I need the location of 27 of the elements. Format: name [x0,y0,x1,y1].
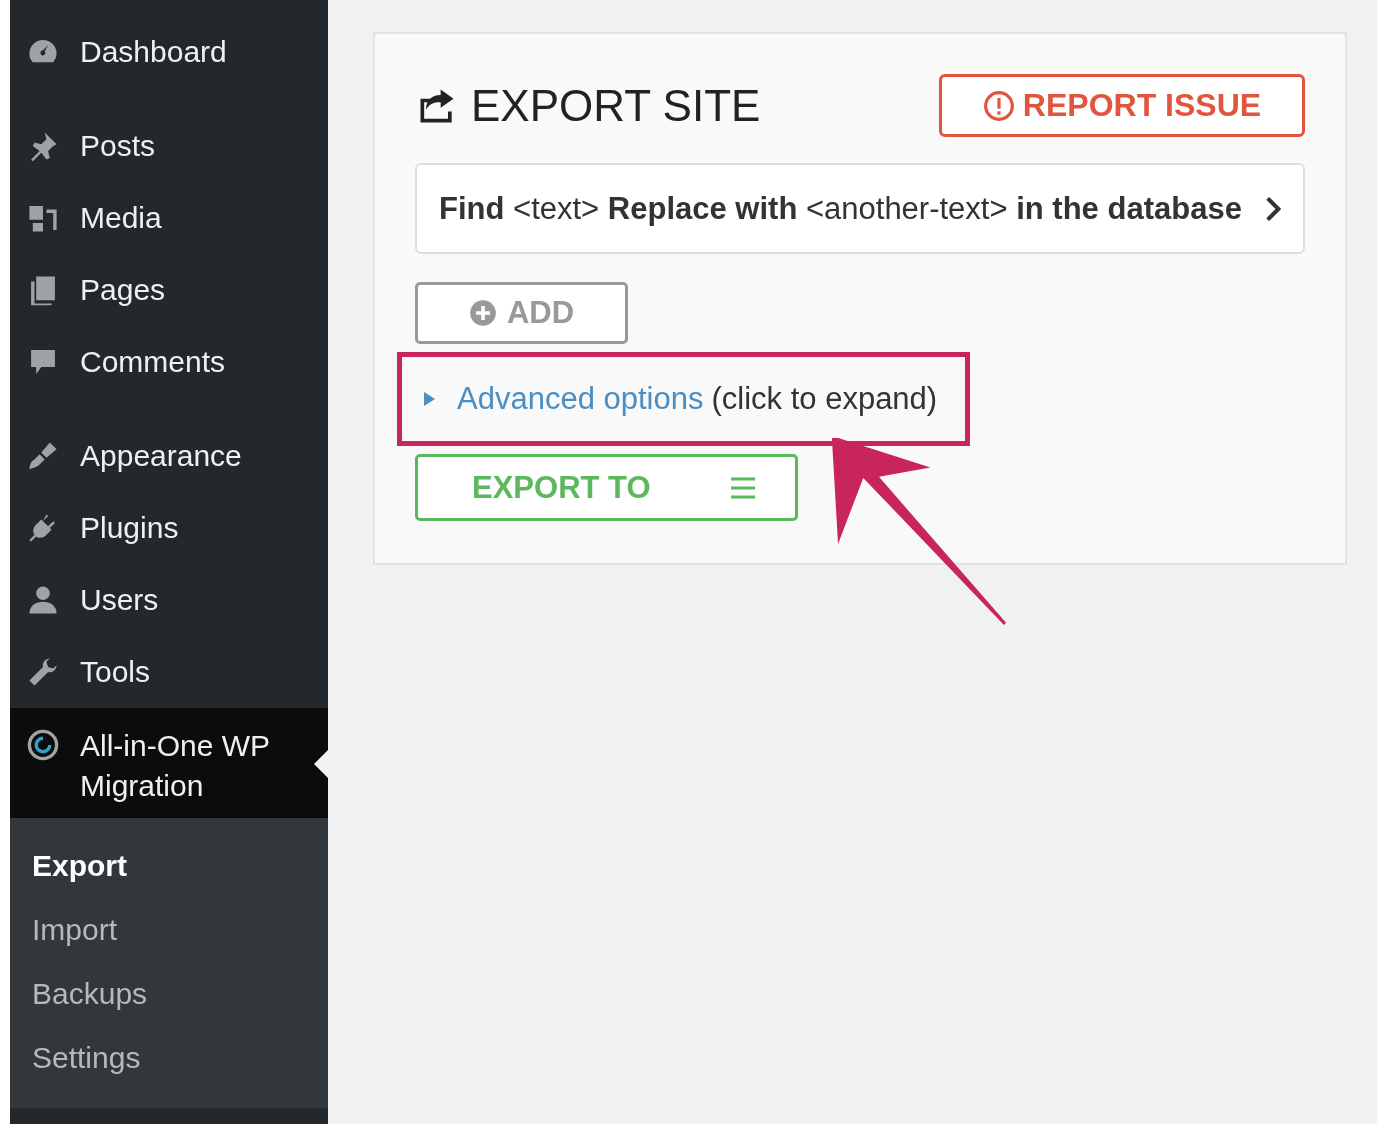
chevron-right-icon [1265,194,1281,223]
exclamation-icon [982,89,1015,122]
find-replace-row[interactable]: Find <text> Replace with <another-text> in the database [415,163,1305,254]
disclosure-triangle-icon[interactable] [424,392,435,406]
submenu-item[interactable]: Settings [10,1026,328,1090]
wrench-icon [26,655,60,689]
sidebar-item[interactable]: Posts [10,110,328,182]
sidebar-item[interactable]: Plugins [10,492,328,564]
find-replace-text: Find <text> Replace with <another-text> in the database [439,190,1242,227]
sidebar-item[interactable]: All-in-One WP Migration [10,708,328,818]
submenu-item[interactable]: Export [10,834,328,898]
sidebar-item[interactable]: Comments [10,326,328,398]
sidebar-item[interactable]: Tools [10,636,328,708]
panel-title: EXPORT SITE [471,80,761,131]
report-issue-button[interactable]: REPORT ISSUE [939,74,1305,137]
user-icon [26,583,60,617]
submenu-item[interactable]: Backups [10,962,328,1026]
menu-icon [731,476,755,499]
selected-pointer-icon [314,750,328,778]
sidebar-item[interactable]: Users [10,564,328,636]
expand-hint: (click to expand) [711,381,938,417]
sidebar-item[interactable]: Appearance [10,420,328,492]
submenu-item[interactable]: Import [10,898,328,962]
plus-circle-icon [468,299,497,327]
sidebar-item[interactable]: Dashboard [10,16,328,88]
sidebar-item[interactable]: Pages [10,254,328,326]
sidebar-item[interactable]: Media [10,182,328,254]
